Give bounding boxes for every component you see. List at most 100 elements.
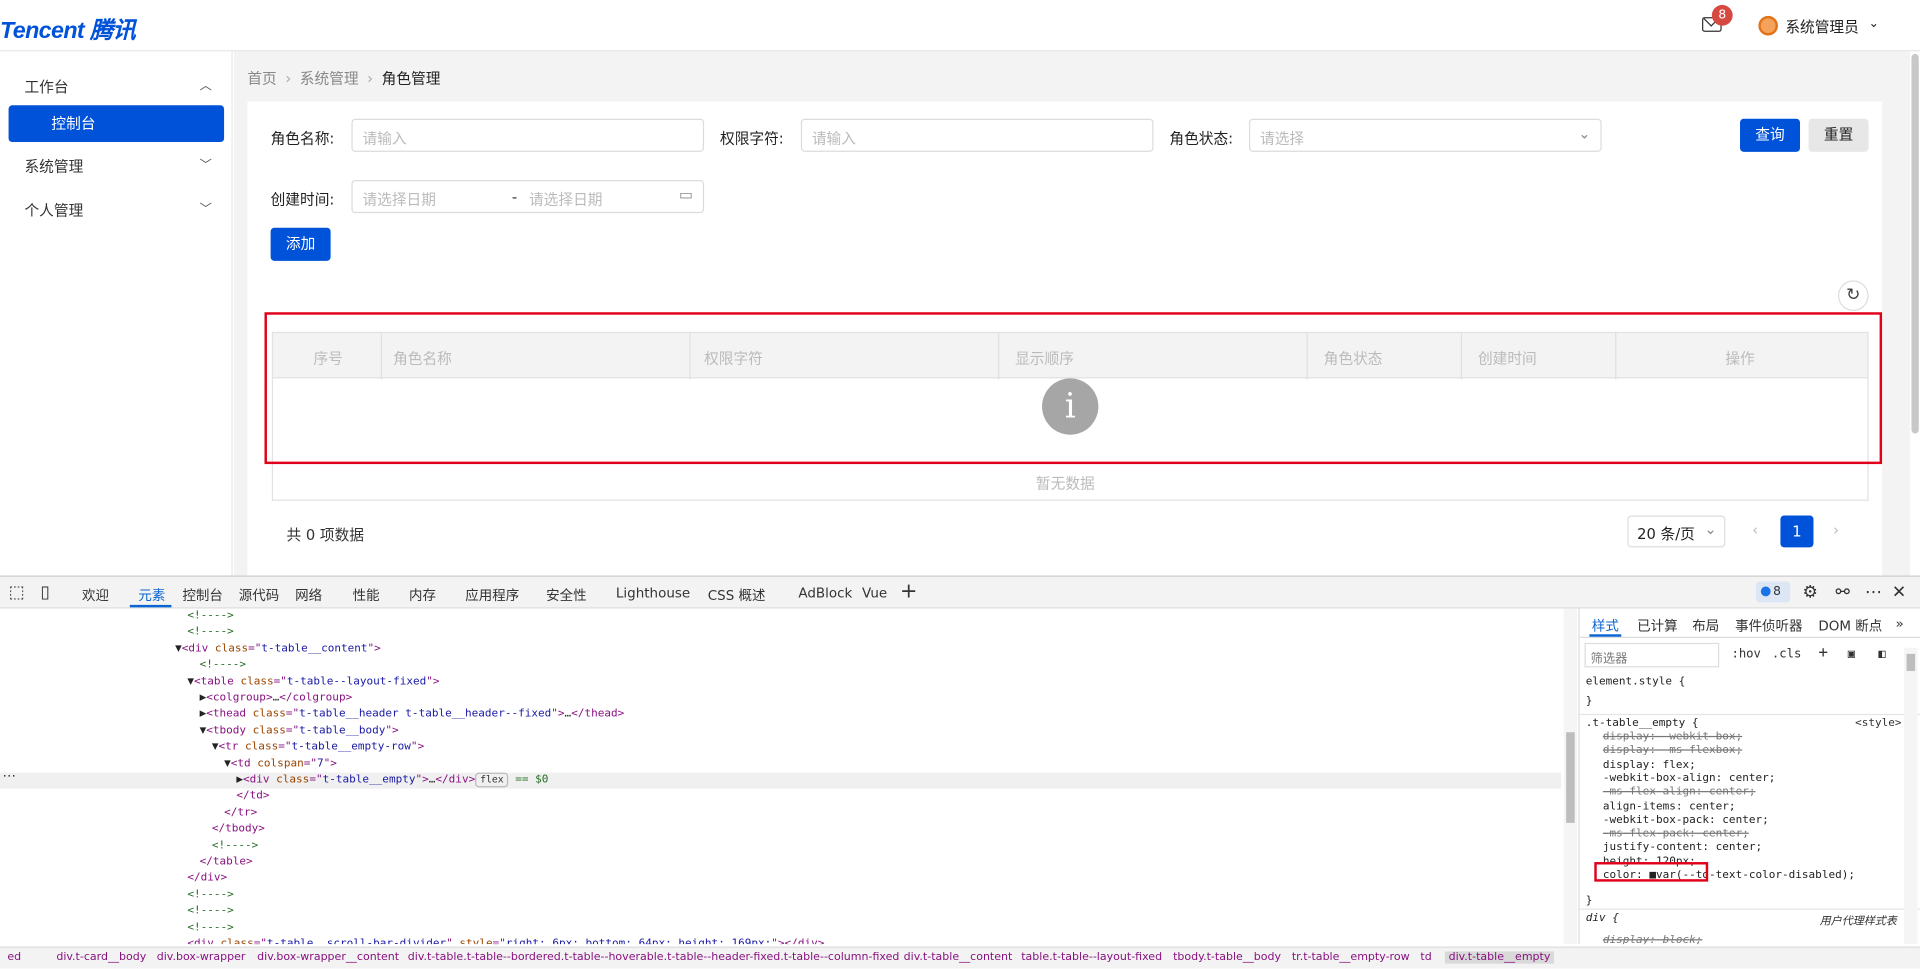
sidebar-toggle-icon[interactable]: ◧ [1878, 648, 1885, 661]
dom-node-line[interactable]: </table> [0, 855, 1561, 871]
chevron-down-icon[interactable]: ﹀ [200, 198, 212, 216]
chevron-up-icon[interactable]: ︿ [200, 75, 212, 93]
devtools-tab-performance[interactable]: 性能 [353, 585, 380, 605]
dom-node-line[interactable]: ▼<tbody class="t-table__body"> [0, 723, 1561, 739]
dom-node-line[interactable]: <!----> [0, 888, 1561, 904]
date-start-input[interactable]: 请选择日期 [362, 191, 435, 208]
styles-tab-styles[interactable]: 样式 [1592, 616, 1619, 636]
dom-node-line[interactable]: <!----> [0, 625, 1561, 641]
dom-node-line[interactable]: ▶<div class="t-table__empty">…</div> flex… [0, 772, 1562, 789]
styles-tab-listeners[interactable]: 事件侦听器 [1735, 616, 1802, 636]
date-range-picker[interactable]: 请选择日期 - 请选择日期 ▭ [351, 180, 705, 214]
sidebar-item-personal[interactable]: 个人管理 [24, 200, 83, 221]
hov-toggle[interactable]: :hov [1731, 648, 1761, 661]
plus-icon[interactable]: + [900, 579, 917, 603]
role-name-input[interactable]: 请输入 [351, 118, 705, 152]
css-declaration[interactable]: -ms-flex-pack: center; [1603, 828, 1749, 841]
more-icon[interactable]: ⋯ [1865, 583, 1882, 603]
dom-node-line[interactable]: ▶<colgroup>…</colgroup> [0, 691, 1561, 707]
device-toggle-icon[interactable]: ▯ [40, 583, 49, 603]
feedback-icon[interactable]: ⚯ [1836, 583, 1850, 603]
css-declaration[interactable]: -ms-flex-align: center; [1603, 786, 1756, 799]
dom-breadcrumb-item[interactable]: div.t-table__content [904, 951, 1013, 963]
dom-node-line[interactable]: </tr> [0, 805, 1561, 821]
user-name[interactable]: 系统管理员 [1785, 16, 1858, 37]
tencent-logo[interactable]: Tencent 腾讯 [0, 12, 136, 45]
sidebar-item-system[interactable]: 系统管理 [24, 156, 83, 177]
styles-tab-computed[interactable]: 已计算 [1637, 616, 1677, 636]
refresh-icon[interactable]: ↻ [1837, 280, 1869, 312]
breadcrumb-system[interactable]: 系统管理 [300, 70, 359, 87]
devtools-tab-security[interactable]: 安全性 [546, 585, 586, 605]
close-icon[interactable]: ✕ [1892, 583, 1906, 603]
dom-breadcrumb-item[interactable]: table.t-table--layout-fixed [1021, 951, 1162, 963]
styles-filter-input[interactable]: 筛选器 [1584, 642, 1720, 668]
dom-breadcrumb-item[interactable]: div.box-wrapper [157, 951, 246, 963]
chevron-double-right-icon[interactable]: » [1896, 616, 1904, 632]
rule-selector[interactable]: .t-table__empty { [1586, 718, 1699, 731]
dom-node-line[interactable]: <!----> [0, 609, 1561, 625]
prev-page-icon[interactable]: ‹ [1752, 522, 1758, 539]
css-declaration[interactable]: align-items: center; [1603, 800, 1736, 813]
dom-breadcrumb-item[interactable]: div.t-card__body [56, 951, 146, 963]
dom-breadcrumb-item[interactable]: div.t-table__empty [1444, 951, 1555, 964]
page-size-select[interactable]: 20 条/页 ⌄ [1627, 515, 1726, 548]
dom-node-line[interactable]: </td> [0, 789, 1561, 805]
rule-source-link[interactable]: <style> [1855, 718, 1901, 730]
devtools-tab-lighthouse[interactable]: Lighthouse [616, 585, 690, 601]
dom-breadcrumb-item[interactable]: tbody.t-table__body [1173, 951, 1281, 963]
devtools-tab-sources[interactable]: 源代码 [239, 585, 279, 605]
devtools-tab-vue[interactable]: Vue [862, 585, 887, 601]
ua-selector[interactable]: div { [1586, 912, 1619, 925]
chevron-down-icon[interactable]: ﹀ [200, 154, 212, 172]
chevron-down-icon[interactable]: ⌄ [1869, 17, 1879, 30]
sidebar-item-console[interactable]: 控制台 [8, 105, 225, 143]
cls-toggle[interactable]: .cls [1772, 648, 1802, 661]
devtools-tab-adblock[interactable]: AdBlock [798, 585, 852, 601]
sidebar-item-workbench[interactable]: 工作台 [24, 76, 68, 97]
dom-node-line[interactable]: <!----> [0, 920, 1561, 936]
avatar[interactable] [1758, 15, 1778, 36]
dom-node-line[interactable]: <!----> [0, 658, 1561, 674]
status-select[interactable]: 请选择 ⌄ [1248, 118, 1602, 152]
dom-node-line[interactable]: ▶<thead class="t-table__header t-table__… [0, 707, 1561, 723]
dom-breadcrumb-item[interactable]: div.t-table.t-table--bordered.t-table--h… [408, 951, 900, 963]
css-declaration[interactable]: display: flex; [1603, 759, 1696, 772]
dom-breadcrumb-item[interactable]: div.box-wrapper__content [257, 951, 399, 963]
dom-node-line[interactable]: <!----> [0, 838, 1561, 854]
devtools-tab-network[interactable]: 网络 [295, 585, 322, 605]
dom-tree[interactable]: <!----> <!----> ▼<div class="t-table__cont… [0, 608, 1578, 945]
breadcrumb-home[interactable]: 首页 [247, 70, 276, 87]
css-declaration[interactable]: justify-content: center; [1603, 842, 1762, 855]
dom-node-line[interactable]: ▼<table class="t-table--layout-fixed"> [0, 674, 1561, 690]
styles-scrollbar[interactable] [1904, 647, 1918, 945]
styles-tab-layout[interactable]: 布局 [1692, 616, 1719, 636]
page-scrollbar-thumb[interactable] [1911, 53, 1919, 434]
element-style-rule[interactable]: element.style { [1586, 676, 1686, 689]
next-page-icon[interactable]: › [1833, 522, 1839, 539]
more-icon[interactable]: ⋯ [2, 768, 15, 784]
inspect-icon[interactable]: ⬚ [9, 583, 25, 603]
css-declaration[interactable]: display: -webkit-box; [1603, 731, 1742, 744]
css-declaration[interactable]: -webkit-box-align: center; [1603, 773, 1776, 786]
dom-node-line[interactable]: ▼<td colspan="7"> [0, 756, 1561, 772]
dom-breadcrumb-item[interactable]: td [1420, 951, 1431, 963]
dom-node-line[interactable]: </tbody> [0, 822, 1561, 838]
query-button[interactable]: 查询 [1740, 118, 1801, 152]
dom-node-line[interactable]: <div class="t-table__scroll-bar-divider"… [0, 937, 1561, 944]
css-declaration[interactable]: -webkit-box-pack: center; [1603, 814, 1769, 827]
devtools-tab-welcome[interactable]: 欢迎 [82, 585, 109, 605]
css-declaration[interactable]: display: -ms-flexbox; [1603, 745, 1742, 758]
dom-scrollbar-thumb[interactable] [1566, 732, 1575, 823]
dom-breadcrumb-item[interactable]: tr.t-table__empty-row [1292, 951, 1410, 963]
reset-button[interactable]: 重置 [1808, 118, 1869, 152]
devtools-tab-console[interactable]: 控制台 [182, 585, 222, 605]
dom-node-line[interactable]: ▼<tr class="t-table__empty-row"> [0, 740, 1561, 756]
dom-node-line[interactable]: ▼<div class="t-table__content"> [0, 641, 1561, 657]
ua-declaration[interactable]: display: block; [1603, 934, 1703, 944]
devtools-tab-elements[interactable]: 元素 [138, 585, 165, 605]
add-button[interactable]: 添加 [270, 227, 331, 261]
devtools-tab-application[interactable]: 应用程序 [465, 585, 519, 605]
devtools-tab-css-overview[interactable]: CSS 概述 [708, 585, 766, 605]
page-number-current[interactable]: 1 [1780, 515, 1814, 548]
